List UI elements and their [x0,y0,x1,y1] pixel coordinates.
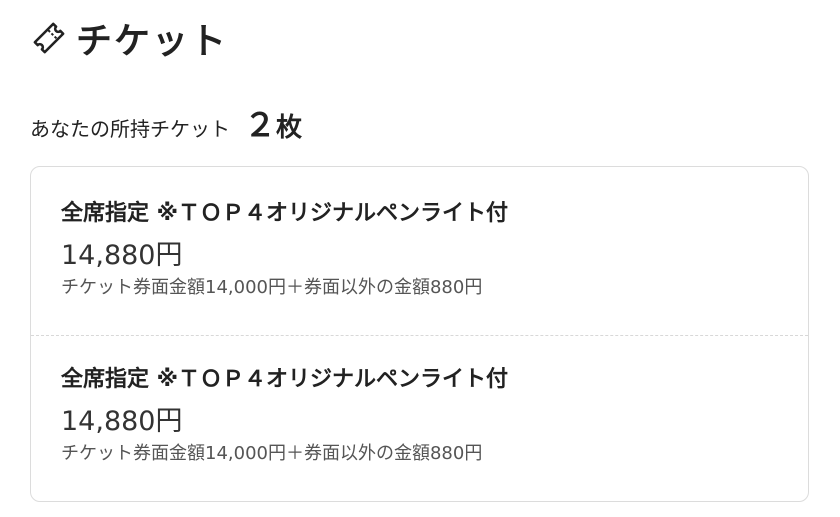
owned-ticket-count: ２ [244,106,277,144]
owned-ticket-summary: あなたの所持チケット ２ 枚 [30,100,302,146]
ticket-name: 全席指定 ※ＴＯＰ４オリジナルペンライト付 [61,367,509,392]
owned-ticket-unit: 枚 [276,113,303,143]
ticket-price-breakdown: チケット券面金額14,000円＋券面以外の金額880円 [61,277,483,298]
ticket-list-card: 全席指定 ※ＴＯＰ４オリジナルペンライト付 14,880円 チケット券面金額14… [30,166,809,502]
ticket-icon [30,19,68,57]
ticket-price: 14,880円 [61,240,183,271]
page-header: チケット [30,12,228,64]
owned-ticket-label: あなたの所持チケット [30,117,230,141]
page-title: チケット [76,21,229,62]
ticket-price: 14,880円 [61,406,183,437]
ticket-name: 全席指定 ※ＴＯＰ４オリジナルペンライト付 [61,201,509,226]
ticket-item: 全席指定 ※ＴＯＰ４オリジナルペンライト付 14,880円 チケット券面金額14… [61,363,778,467]
ticket-price-breakdown: チケット券面金額14,000円＋券面以外の金額880円 [61,443,483,464]
ticket-divider [31,335,808,336]
ticket-item: 全席指定 ※ＴＯＰ４オリジナルペンライト付 14,880円 チケット券面金額14… [61,197,778,301]
